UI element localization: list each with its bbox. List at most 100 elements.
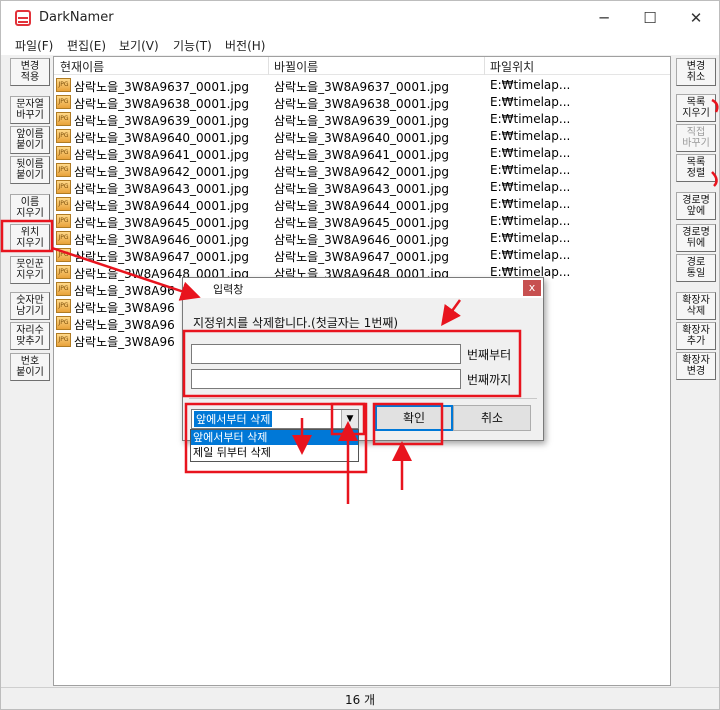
path-prefix-button[interactable]: 경로명 앞에 [676,192,716,220]
menu-bar: 파일(F) 편집(E) 보기(V) 기능(T) 버전(H) [1,35,719,55]
option-delete-from-back[interactable]: 제일 뒤부터 삭제 [191,445,358,460]
table-row[interactable]: JPG 삼락노을_3W8A9639_0001.jpg 삼락노을_3W8A9639_0… [54,111,670,128]
delete-type-button[interactable]: 뭇인꾼 지우기 [10,256,50,284]
add-prefix-button[interactable]: 앞이름 붙이기 [10,126,50,154]
from-position-label: 번째부터 [467,348,512,362]
cancel-button[interactable]: 취소 [453,405,531,431]
jpg-file-icon: JPG [56,180,71,194]
cell-new-name: 삼락노을_3W8A9645_0001.jpg [274,216,449,230]
menu-tools[interactable]: 기능(T) [173,37,212,54]
numbers-only-button[interactable]: 숫자만 남기기 [10,292,50,320]
jpg-file-icon: JPG [56,78,71,92]
dialog-message: 지정위치를 삭제합니다.(첫글자는 1번째) [193,316,399,330]
cell-file-location: E:₩timelap... [490,180,571,194]
jpg-file-icon: JPG [56,214,71,228]
replace-string-button[interactable]: 문자열 바꾸기 [10,96,50,124]
delete-mode-dropdown: 앞에서부터 삭제 제일 뒤부터 삭제 [190,429,359,462]
menu-file[interactable]: 파일(F) [15,37,53,54]
right-toolbar: 변경 취소 목록 지우기 직접 바꾸기 목록 정렬 경로명 앞에 경로명 뒤에 … [673,56,719,686]
cell-file-location: E:₩timelap... [490,248,571,262]
cell-file-location: E:₩timelap... [490,146,571,160]
list-header: 현재이름 바뀔이름 파일위치 [54,57,670,75]
pad-digits-button[interactable]: 자리수 맞추기 [10,322,50,350]
column-file-location[interactable]: 파일위치 [490,58,534,74]
cell-new-name: 삼락노을_3W8A9638_0001.jpg [274,97,449,111]
table-row[interactable]: JPG 삼락노을_3W8A9638_0001.jpg 삼락노을_3W8A9638_0… [54,94,670,111]
menu-version[interactable]: 버전(H) [225,37,265,54]
close-button[interactable]: ✕ [673,1,719,35]
delete-name-button[interactable]: 이름 지우기 [10,194,50,222]
cell-file-location: E:₩timelap... [490,95,571,109]
jpg-file-icon: JPG [56,197,71,211]
minimize-button[interactable]: ─ [581,1,627,35]
cell-new-name: 삼락노을_3W8A9641_0001.jpg [274,148,449,162]
cell-current-name: 삼락노을_3W8A9641_0001.jpg [74,148,249,162]
cell-new-name: 삼락노을_3W8A9640_0001.jpg [274,131,449,145]
cell-current-name: 삼락노을_3W8A9637_0001.jpg [74,80,249,94]
table-row[interactable]: JPG 삼락노을_3W8A9645_0001.jpg 삼락노을_3W8A9645_0… [54,213,670,230]
cell-current-name: 삼락노을_3W8A9639_0001.jpg [74,114,249,128]
delete-position-button[interactable]: 위치 지우기 [10,224,50,252]
table-row[interactable]: JPG 삼락노을_3W8A9646_0001.jpg 삼락노을_3W8A9646_0… [54,230,670,247]
delete-mode-select[interactable]: 앞에서부터 삭제 ▼ [191,409,359,429]
jpg-file-icon: JPG [56,146,71,160]
cell-file-location: E:₩timelap... [490,214,571,228]
cell-current-name: 삼락노을_3W8A9645_0001.jpg [74,216,249,230]
cell-new-name: 삼락노을_3W8A9647_0001.jpg [274,250,449,264]
table-row[interactable]: JPG 삼락노을_3W8A9647_0001.jpg 삼락노을_3W8A9647_0… [54,247,670,264]
dialog-divider [189,398,537,399]
dialog-title-bar: 입력창 x [183,278,543,298]
table-row[interactable]: JPG 삼락노을_3W8A9643_0001.jpg 삼락노을_3W8A9643_0… [54,179,670,196]
table-row[interactable]: JPG 삼락노을_3W8A9641_0001.jpg 삼락노을_3W8A9641_0… [54,145,670,162]
menu-view[interactable]: 보기(V) [119,37,159,54]
jpg-file-icon: JPG [56,265,71,279]
table-row[interactable]: JPG 삼락노을_3W8A9642_0001.jpg 삼락노을_3W8A9642_0… [54,162,670,179]
apply-change-button[interactable]: 변경 적용 [10,58,50,86]
path-suffix-button[interactable]: 경로명 뒤에 [676,224,716,252]
chevron-down-icon[interactable]: ▼ [341,410,358,428]
jpg-file-icon: JPG [56,231,71,245]
ok-button[interactable]: 확인 [375,405,453,431]
direct-edit-button[interactable]: 직접 바꾸기 [676,124,716,152]
column-current-name[interactable]: 현재이름 [60,58,104,74]
input-dialog: 입력창 x 지정위치를 삭제합니다.(첫글자는 1번째) 번째부터 번째까지 앞… [182,277,544,441]
maximize-button[interactable]: ☐ [627,1,673,35]
jpg-file-icon: JPG [56,299,71,313]
left-toolbar: 변경 적용 문자열 바꾸기 앞이름 붙이기 뒷이름 붙이기 이름 지우기 위치 … [3,56,51,686]
cell-new-name: 삼락노을_3W8A9646_0001.jpg [274,233,449,247]
column-divider [268,57,269,75]
cell-file-location: E:₩timelap... [490,197,571,211]
to-position-input[interactable] [191,369,461,389]
menu-edit[interactable]: 편집(E) [67,37,106,54]
cell-file-location: E:₩timelap... [490,112,571,126]
cell-current-name: 삼락노을_3W8A9642_0001.jpg [74,165,249,179]
status-bar: 16 개 [1,687,719,709]
jpg-file-icon: JPG [56,163,71,177]
dialog-title: 입력창 [213,283,244,296]
column-new-name[interactable]: 바뀔이름 [274,58,318,74]
cell-file-location: E:₩timelap... [490,129,571,143]
table-row[interactable]: JPG 삼락노을_3W8A9637_0001.jpg 삼락노을_3W8A9637_0… [54,77,670,94]
delete-extension-button[interactable]: 확장자 삭제 [676,292,716,320]
undo-change-button[interactable]: 변경 취소 [676,58,716,86]
unify-path-button[interactable]: 경로 통일 [676,254,716,282]
add-number-button[interactable]: 번호 붙이기 [10,353,50,381]
table-row[interactable]: JPG 삼락노을_3W8A9644_0001.jpg 삼락노을_3W8A9644_0… [54,196,670,213]
clear-list-button[interactable]: 목록 지우기 [676,94,716,122]
from-position-input[interactable] [191,344,461,364]
add-suffix-button[interactable]: 뒷이름 붙이기 [10,156,50,184]
add-extension-button[interactable]: 확장자 추가 [676,322,716,350]
option-delete-from-front[interactable]: 앞에서부터 삭제 [191,430,358,445]
delete-mode-value: 앞에서부터 삭제 [194,411,273,427]
change-extension-button[interactable]: 확장자 변경 [676,352,716,380]
jpg-file-icon: JPG [56,112,71,126]
cell-current-name: 삼락노을_3W8A9644_0001.jpg [74,199,249,213]
dialog-close-button[interactable]: x [523,280,541,296]
cell-file-location: E:₩timelap... [490,163,571,177]
cell-current-name: 삼락노을_3W8A9646_0001.jpg [74,233,249,247]
cell-file-location: E:₩timelap... [490,231,571,245]
column-divider [484,57,485,75]
table-row[interactable]: JPG 삼락노을_3W8A9640_0001.jpg 삼락노을_3W8A9640_0… [54,128,670,145]
jpg-file-icon: JPG [56,316,71,330]
sort-list-button[interactable]: 목록 정렬 [676,154,716,182]
